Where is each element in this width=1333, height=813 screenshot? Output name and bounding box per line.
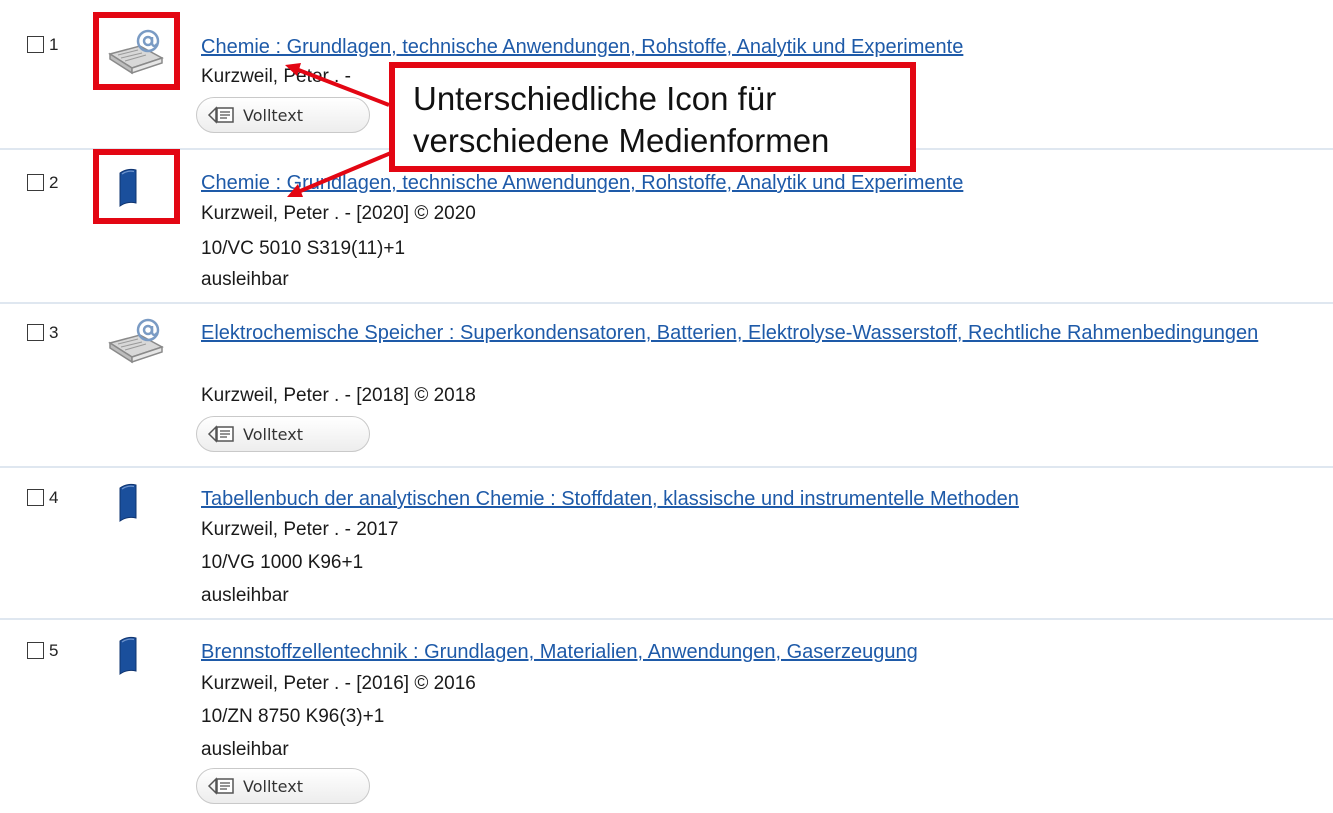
- callout-line-2: verschiedene Medienformen: [413, 122, 830, 159]
- arrow-line-bottom: [297, 148, 399, 194]
- annotation-callout: Unterschiedliche Icon für verschiedene M…: [389, 62, 916, 172]
- arrow-head-top: [285, 63, 301, 76]
- callout-line-1: Unterschiedliche Icon für: [413, 80, 777, 117]
- arrow-line-top: [295, 67, 390, 107]
